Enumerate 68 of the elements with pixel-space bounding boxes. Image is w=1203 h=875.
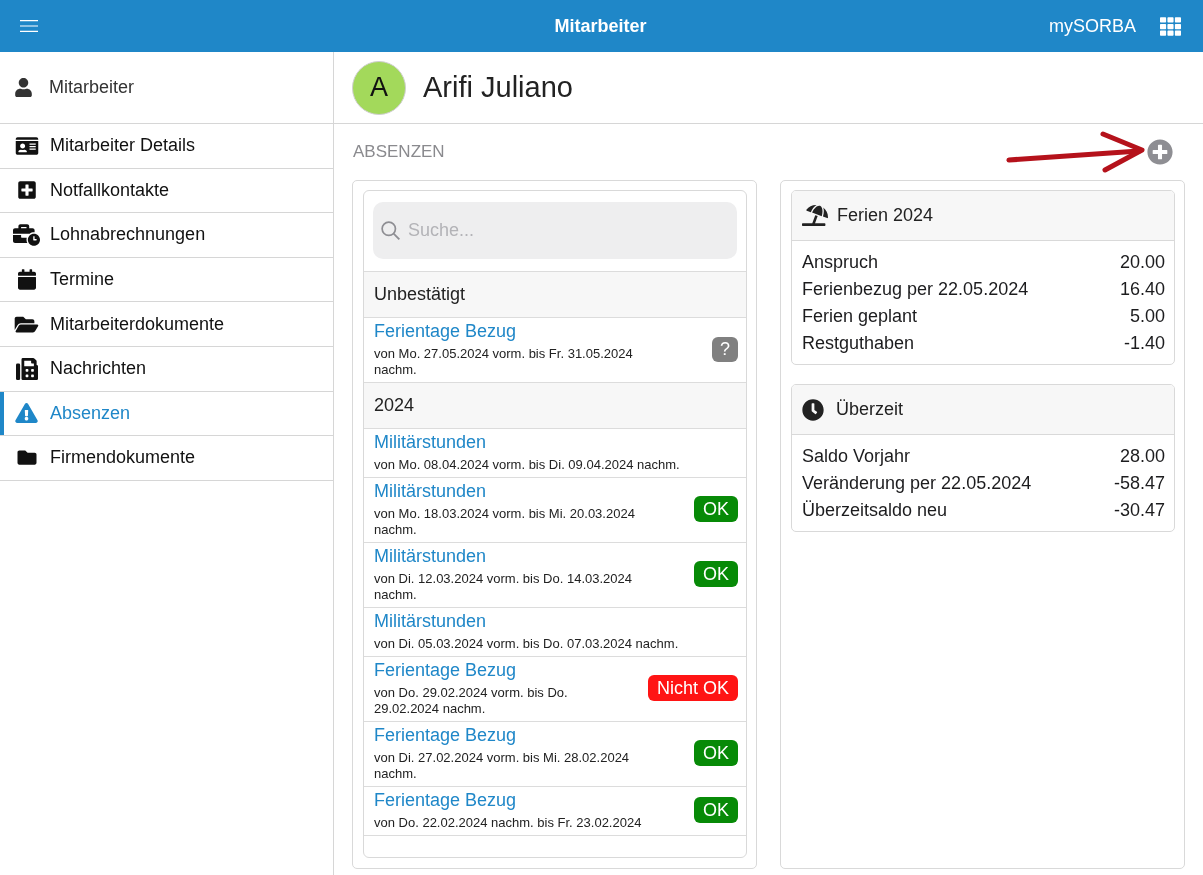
status-badge: ? — [712, 336, 738, 362]
page-title: Mitarbeiter — [554, 15, 647, 37]
absence-period: von Di. 27.02.2024 vorm. bis Mi. 28.02.2024 nachm. — [374, 750, 631, 782]
absence-title[interactable]: Ferientage Bezug — [374, 320, 517, 342]
sidebar-header: Mitarbeiter — [49, 77, 135, 98]
beach-umbrella-icon — [802, 205, 828, 226]
avatar: A — [352, 60, 406, 115]
sidebar-item[interactable]: Mitarbeiter Details — [0, 124, 333, 169]
absence-title[interactable]: Ferientage Bezug — [374, 659, 517, 681]
add-icon[interactable] — [1147, 139, 1173, 165]
section-title: ABSENZEN — [353, 142, 445, 162]
summary-value: 5.00 — [1129, 306, 1165, 327]
summary-value: 16.40 — [1119, 279, 1165, 300]
absence-title[interactable]: Militärstunden — [374, 480, 487, 502]
group-header: 2024 — [364, 383, 746, 429]
absence-period: von Mo. 18.03.2024 vorm. bis Mi. 20.03.2024 nachm. — [374, 506, 636, 538]
employee-name: Arifi Juliano — [423, 71, 573, 104]
absence-title[interactable]: Ferientage Bezug — [374, 789, 517, 811]
apps-grid-icon[interactable] — [1160, 15, 1181, 37]
person-icon — [15, 78, 32, 97]
group-header: Unbestätigt — [364, 272, 746, 318]
summary-label: Überzeitsaldo neu — [802, 500, 948, 521]
summary-label: Ferien geplant — [802, 306, 918, 327]
sidebar-item[interactable]: Absenzen — [0, 391, 333, 437]
app-name: mySORBA — [1049, 15, 1136, 37]
summary-value: -58.47 — [1113, 473, 1165, 494]
status-badge: OK — [694, 496, 738, 522]
status-badge: OK — [694, 561, 738, 587]
summary-title: Überzeit — [836, 399, 904, 420]
search-icon — [381, 221, 400, 240]
absence-title[interactable]: Ferientage Bezug — [374, 724, 517, 746]
sidebar-item[interactable]: Termine — [0, 257, 333, 303]
absence-title[interactable]: Militärstunden — [374, 545, 487, 567]
absence-period: von Mo. 08.04.2024 vorm. bis Di. 09.04.2024 nachm. — [374, 457, 680, 473]
briefcase-clock-icon — [13, 224, 40, 246]
absence-period: von Mo. 27.05.2024 vorm. bis Fr. 31.05.2024 nachm. — [374, 346, 634, 378]
status-badge: OK — [694, 797, 738, 823]
absence-period: von Do. 29.02.2024 vorm. bis Do. 29.02.2024 nachm. — [374, 685, 569, 717]
absence-title[interactable]: Militärstunden — [374, 431, 487, 453]
id-card-icon — [13, 135, 40, 156]
summary-label: Anspruch — [802, 252, 879, 273]
sidebar-item[interactable]: Firmendokumente — [0, 436, 333, 481]
sidebar-item[interactable]: Lohnabrechnungen — [0, 213, 333, 258]
absence-period: von Do. 22.02.2024 nachm. bis Fr. 23.02.2024 — [374, 815, 642, 831]
search-field[interactable]: Suche... — [373, 202, 737, 259]
clock-icon — [802, 398, 824, 421]
summary-label: Veränderung per 22.05.2024 — [802, 473, 1032, 494]
calendar-icon — [17, 269, 36, 291]
status-badge: OK — [694, 740, 738, 766]
summary-label: Restguthaben — [802, 333, 915, 354]
summary-label: Ferienbezug per 22.05.2024 — [802, 279, 1029, 300]
sidebar-item[interactable]: Notfallkontakte — [0, 168, 333, 214]
absence-title[interactable]: Militärstunden — [374, 610, 487, 632]
warning-icon — [15, 403, 38, 424]
fax-icon — [15, 357, 38, 380]
status-badge: Nicht OK — [647, 675, 738, 701]
absence-period: von Di. 05.03.2024 vorm. bis Do. 07.03.2024 nachm. — [374, 636, 679, 652]
sidebar-item[interactable]: Mitarbeiterdokumente — [0, 302, 333, 347]
summary-value: -30.47 — [1113, 500, 1165, 521]
absence-period: von Di. 12.03.2024 vorm. bis Do. 14.03.2024 nachm. — [374, 571, 633, 603]
folder-icon — [15, 448, 38, 468]
summary-value: -1.40 — [1123, 333, 1165, 354]
summary-value: 20.00 — [1119, 252, 1165, 273]
menu-icon[interactable] — [20, 20, 38, 32]
summary-value: 28.00 — [1119, 446, 1165, 467]
sidebar-item[interactable]: Nachrichten — [0, 346, 333, 392]
summary-label: Saldo Vorjahr — [802, 446, 911, 467]
summary-title: Ferien 2024 — [837, 205, 934, 226]
